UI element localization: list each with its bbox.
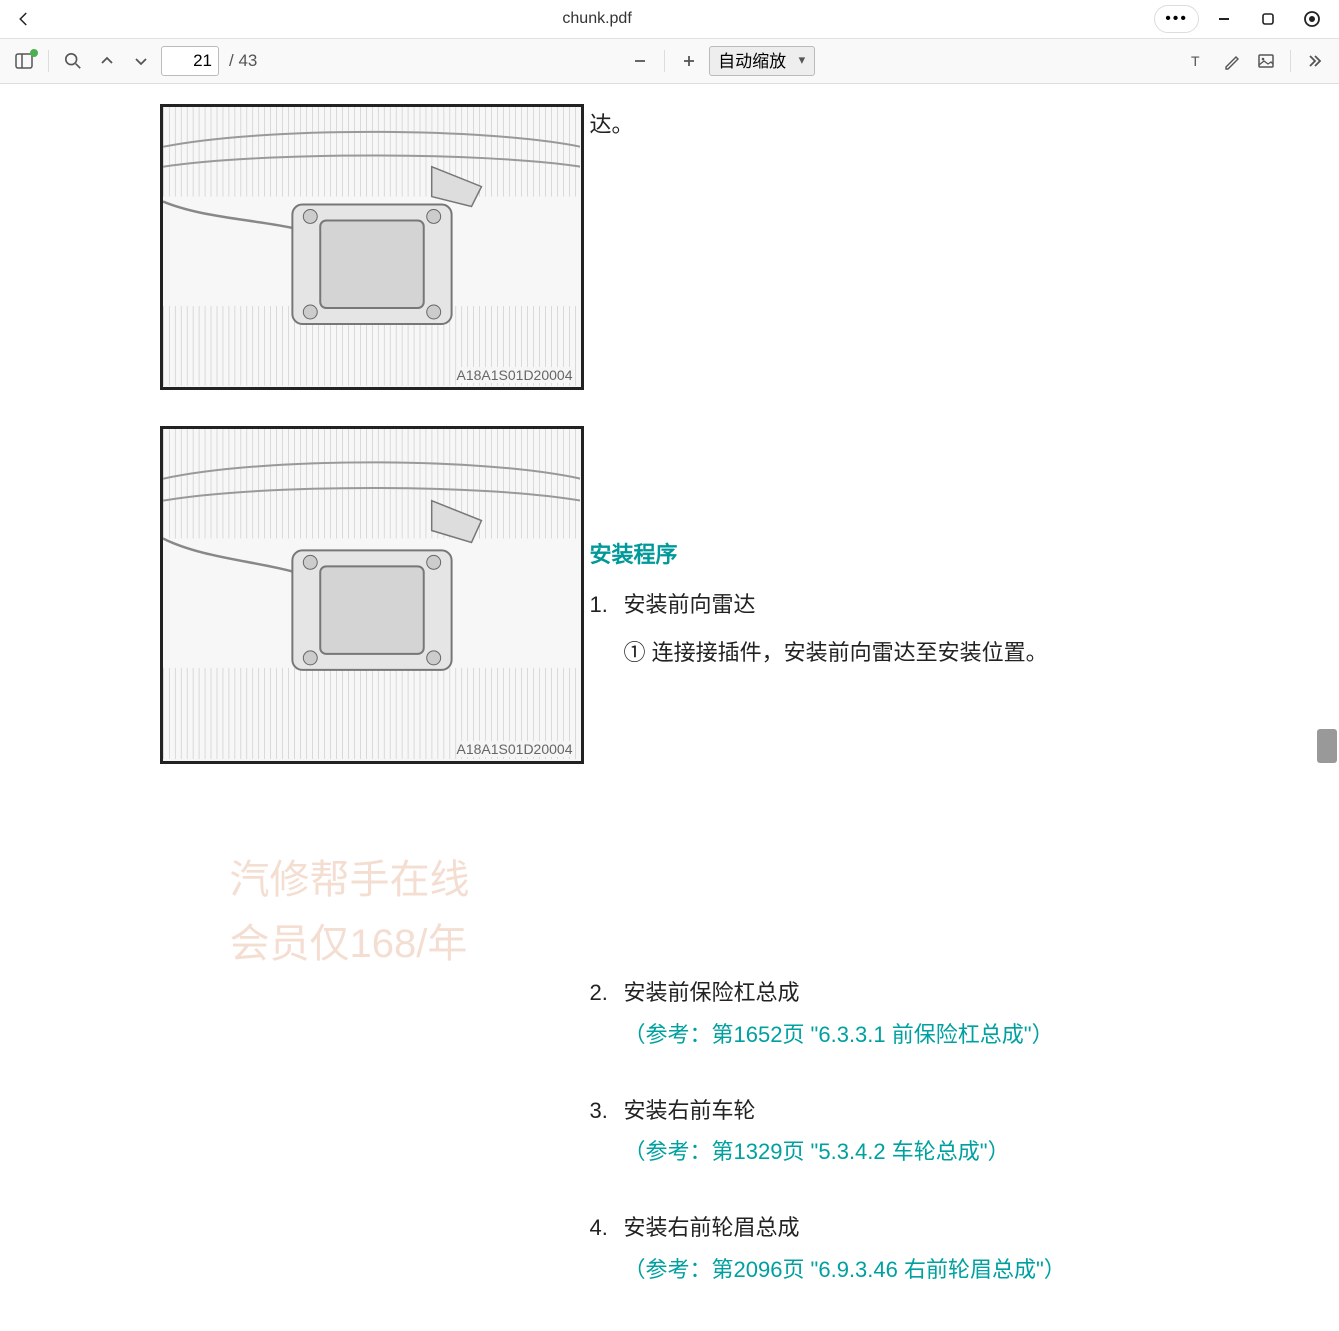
chevron-left-icon xyxy=(15,10,33,28)
page-number-input[interactable] xyxy=(161,46,219,76)
watermark-line2: 会员仅168/年 xyxy=(230,912,470,976)
chevron-up-icon xyxy=(99,53,115,69)
step-item: 4.安装右前轮眉总成（参考：第2096页 "6.9.3.46 右前轮眉总成"） xyxy=(590,1207,1250,1291)
minimize-button[interactable] xyxy=(1205,4,1243,34)
record-button[interactable] xyxy=(1293,4,1331,34)
radar-diagram-2 xyxy=(163,429,581,759)
pdf-page: 达。 xyxy=(30,104,1310,824)
step-1: 1. 安装前向雷达 ① 连接接插件，安装前向雷达至安装位置。 xyxy=(590,584,1250,674)
step-1-number: 1. xyxy=(590,584,624,626)
chevron-down-icon xyxy=(133,53,149,69)
image-icon xyxy=(1257,52,1275,70)
pdf-toolbar: / 43 自动缩放 T xyxy=(0,39,1339,84)
step-item: 2.安装前保险杠总成（参考：第1652页 "6.3.3.1 前保险杠总成"） xyxy=(590,972,1250,1056)
search-icon xyxy=(64,52,82,70)
step-title: 安装前保险杠总成 xyxy=(624,972,1250,1014)
figure-2: A18A1S01D20004 xyxy=(160,426,584,764)
separator xyxy=(664,50,665,72)
step-number: 2. xyxy=(590,972,624,1056)
zoom-in-button[interactable] xyxy=(675,47,703,75)
titlebar-controls: ••• xyxy=(1154,4,1331,34)
notification-dot xyxy=(30,49,38,57)
minimize-icon xyxy=(1217,12,1231,26)
plus-icon xyxy=(681,53,697,69)
step-reference-link[interactable]: （参考：第1652页 "6.3.3.1 前保险杠总成"） xyxy=(624,1014,1250,1056)
step-item: 5.安装左前轮眉总成（参考：第2095页 "6.9.3.45 左前轮眉总成"） xyxy=(590,1325,1250,1331)
radar-diagram-1 xyxy=(163,107,581,386)
toolbar-right: T xyxy=(1184,47,1329,75)
continuation-text: 达。 xyxy=(590,104,1250,146)
step-item: 3.安装右前车轮（参考：第1329页 "5.3.4.2 车轮总成"） xyxy=(590,1090,1250,1174)
search-button[interactable] xyxy=(59,47,87,75)
section-title: 安装程序 xyxy=(590,534,1250,576)
page-total-label: / 43 xyxy=(229,51,257,71)
step-number: 5. xyxy=(590,1325,624,1331)
text-icon: T xyxy=(1189,52,1207,70)
zoom-out-button[interactable] xyxy=(626,47,654,75)
step-reference-link[interactable]: （参考：第1329页 "5.3.4.2 车轮总成"） xyxy=(624,1131,1250,1173)
scrollbar-thumb[interactable] xyxy=(1317,729,1337,763)
step-1-sub: ① 连接接插件，安装前向雷达至安装位置。 xyxy=(590,632,1250,674)
titlebar: chunk.pdf ••• xyxy=(0,0,1339,39)
figure-1: A18A1S01D20004 xyxy=(160,104,584,390)
svg-text:T: T xyxy=(1191,53,1200,69)
step-title: 安装右前轮眉总成 xyxy=(624,1207,1250,1249)
app-window: chunk.pdf ••• xyxy=(0,0,1339,1331)
zoom-select-wrap: 自动缩放 xyxy=(709,46,815,76)
figure-1-label: A18A1S01D20004 xyxy=(457,367,573,383)
watermark-line1: 汽修帮手在线 xyxy=(230,848,470,912)
chevron-double-right-icon xyxy=(1306,52,1324,70)
continuation-fragment: 达。 xyxy=(590,112,634,137)
zoom-select[interactable]: 自动缩放 xyxy=(709,46,815,76)
more-tools-button[interactable] xyxy=(1301,47,1329,75)
record-icon xyxy=(1303,10,1321,28)
back-button[interactable] xyxy=(8,3,40,35)
pdf-viewport[interactable]: 达。 xyxy=(0,84,1339,1331)
step-number: 3. xyxy=(590,1090,624,1174)
draw-tool-button[interactable] xyxy=(1218,47,1246,75)
watermark: 汽修帮手在线 会员仅168/年 xyxy=(230,848,470,976)
more-button[interactable]: ••• xyxy=(1154,5,1199,33)
step-title: 安装左前轮眉总成 xyxy=(624,1325,1250,1331)
figure-2-label: A18A1S01D20004 xyxy=(457,741,573,757)
window-title: chunk.pdf xyxy=(40,10,1154,28)
step-1-title: 安装前向雷达 xyxy=(624,584,756,626)
steps-list: 2.安装前保险杠总成（参考：第1652页 "6.3.3.1 前保险杠总成"）3.… xyxy=(590,972,1250,1331)
step-reference-link[interactable]: （参考：第2096页 "6.9.3.46 右前轮眉总成"） xyxy=(624,1249,1250,1291)
maximize-icon xyxy=(1261,12,1275,26)
separator xyxy=(1290,50,1291,72)
pencil-icon xyxy=(1223,52,1241,70)
sidebar-toggle-button[interactable] xyxy=(10,47,38,75)
separator xyxy=(48,50,49,72)
step-number: 4. xyxy=(590,1207,624,1291)
image-tool-button[interactable] xyxy=(1252,47,1280,75)
toolbar-left: / 43 xyxy=(10,46,257,76)
next-page-button[interactable] xyxy=(127,47,155,75)
text-tool-button[interactable]: T xyxy=(1184,47,1212,75)
step-title: 安装右前车轮 xyxy=(624,1090,1250,1132)
minus-icon xyxy=(632,53,648,69)
prev-page-button[interactable] xyxy=(93,47,121,75)
toolbar-center: 自动缩放 xyxy=(265,46,1176,76)
maximize-button[interactable] xyxy=(1249,4,1287,34)
